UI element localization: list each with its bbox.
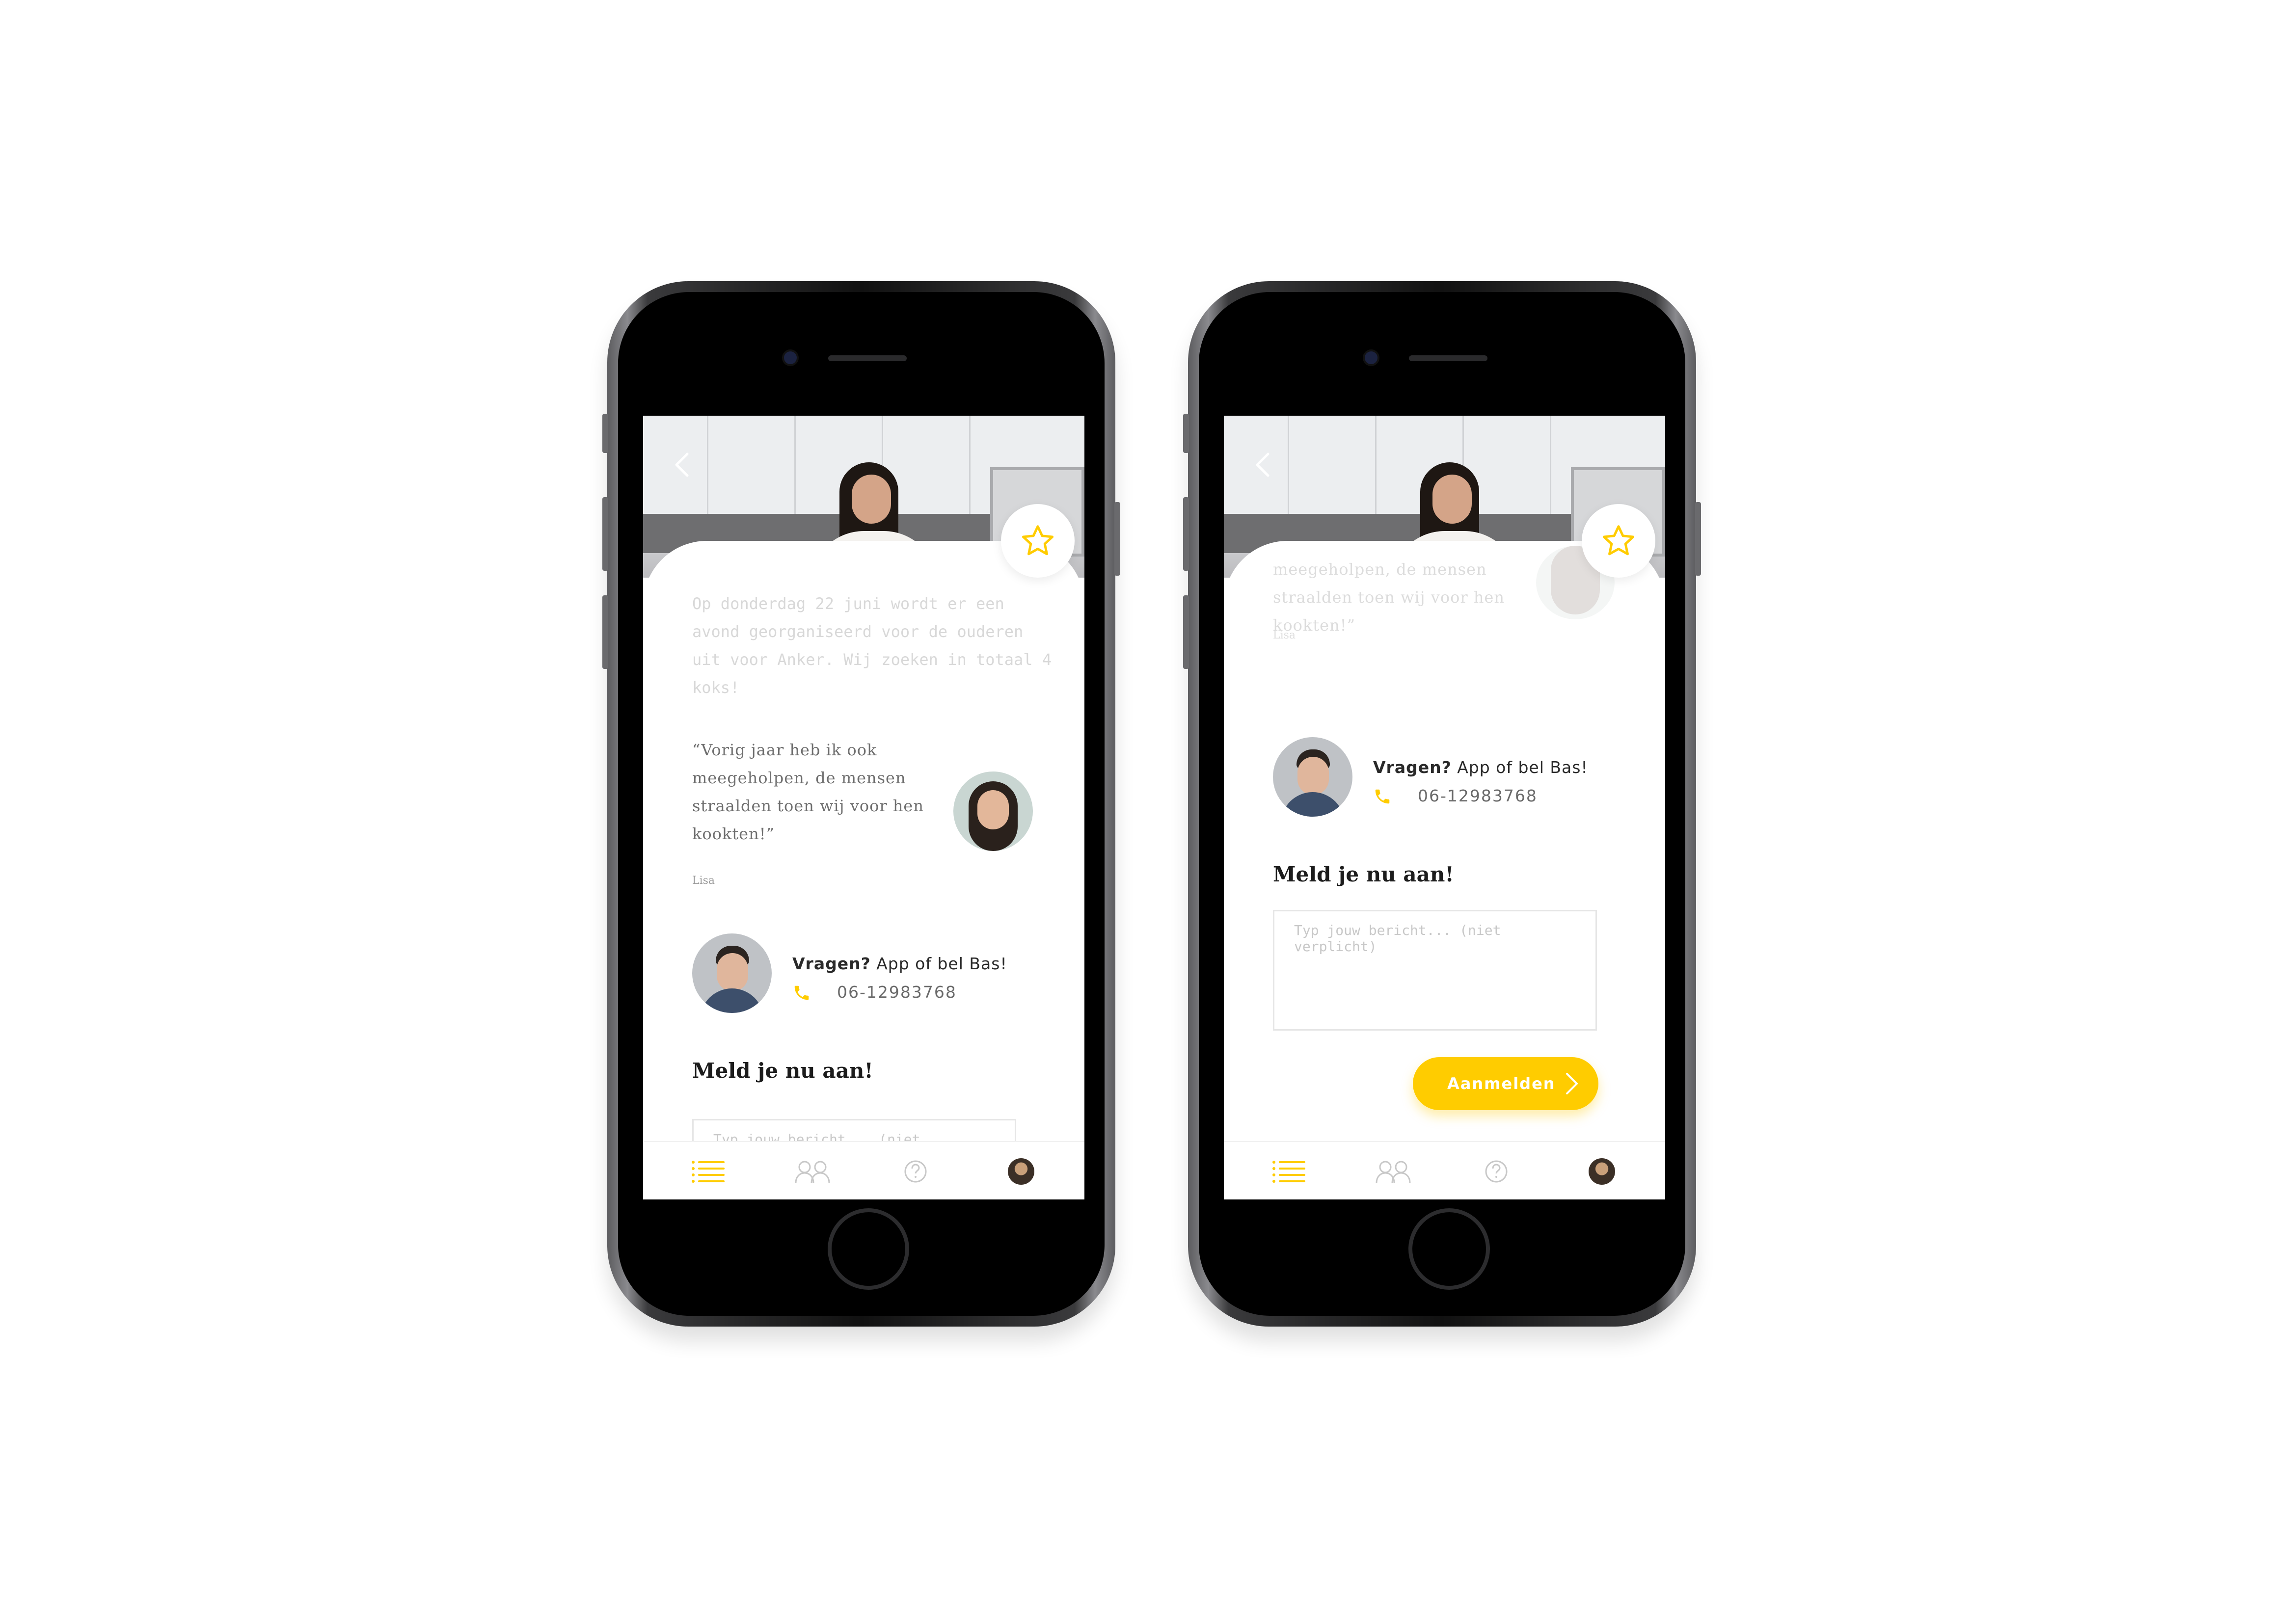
earpiece-speaker [828, 355, 907, 361]
tab-community[interactable] [790, 1157, 835, 1186]
quote-line: straalden toen wij voor hen [692, 797, 924, 815]
quote-line: meegeholpen, de mensen [692, 769, 906, 787]
intro-line: uit voor Anker. Wij zoeken in totaal 4 [692, 650, 1052, 669]
tab-activities[interactable] [1267, 1157, 1311, 1186]
quote-line: meegeholpen, de mensen [1273, 560, 1487, 579]
contact-phone-number[interactable]: 06-12983768 [1418, 786, 1538, 805]
quote-author: Lisa [692, 875, 715, 887]
front-camera [1363, 349, 1379, 366]
bottom-tab-bar [1224, 1141, 1665, 1199]
testimonial-quote-faded: meegeholpen, de mensen straalden toen wi… [1273, 556, 1505, 639]
phone-icon [1375, 789, 1390, 804]
app-screen-right: meegeholpen, de mensen straalden toen wi… [1224, 416, 1665, 1199]
list-icon [1272, 1161, 1305, 1183]
detail-card: Op donderdag 22 juni wordt er een avond … [643, 541, 1084, 1199]
quote-line: kookten!” [1273, 616, 1355, 635]
quote-author: Lisa [1273, 629, 1296, 641]
profile-avatar [1589, 1158, 1615, 1185]
quote-line: kookten!” [692, 825, 775, 843]
contact-question-rest: App of bel Bas! [1451, 758, 1588, 777]
signup-submit-button[interactable]: Aanmelden [1413, 1057, 1598, 1110]
testimonial-quote: “Vorig jaar heb ik ook meegeholpen, de m… [692, 736, 924, 848]
tab-community[interactable] [1371, 1157, 1415, 1186]
power-button [1695, 502, 1701, 576]
submit-label: Aanmelden [1447, 1074, 1556, 1093]
signup-heading: Meld je nu aan! [692, 1059, 873, 1083]
list-icon [692, 1161, 725, 1183]
tab-profile[interactable] [999, 1157, 1043, 1186]
bas-avatar [1273, 737, 1352, 817]
signup-heading: Meld je nu aan! [1273, 862, 1454, 886]
front-camera [782, 349, 799, 366]
contact-question: Vragen? App of bel Bas! [792, 954, 1007, 973]
intro-text-faded: Op donderdag 22 juni wordt er een avond … [692, 590, 1052, 702]
bottom-tab-bar [643, 1141, 1084, 1199]
contact-question: Vragen? App of bel Bas! [1373, 758, 1588, 777]
mute-switch [1183, 414, 1189, 453]
chevron-left-icon[interactable] [673, 450, 692, 479]
volume-down-button [602, 595, 608, 669]
people-icon [795, 1161, 830, 1183]
chevron-left-icon[interactable] [1253, 450, 1273, 479]
power-button [1114, 502, 1120, 576]
favorite-button[interactable] [1582, 504, 1655, 578]
lisa-avatar [953, 772, 1033, 851]
contact-question-rest: App of bel Bas! [870, 954, 1007, 973]
home-button[interactable] [1408, 1208, 1490, 1290]
mute-switch [602, 414, 608, 453]
volume-up-button [602, 497, 608, 571]
contact-phone-number[interactable]: 06-12983768 [837, 983, 957, 1002]
tab-help[interactable] [893, 1157, 938, 1186]
tab-help[interactable] [1474, 1157, 1518, 1186]
volume-down-button [1183, 595, 1189, 669]
quote-line: straalden toen wij voor hen [1273, 588, 1505, 607]
app-screen-left: Op donderdag 22 juni wordt er een avond … [643, 416, 1084, 1199]
profile-avatar [1008, 1158, 1034, 1185]
earpiece-speaker [1409, 355, 1487, 361]
message-textarea[interactable]: Typ jouw bericht... (niet verplicht) [1273, 910, 1597, 1031]
favorite-button[interactable] [1001, 504, 1075, 578]
tab-activities[interactable] [686, 1157, 730, 1186]
star-icon [1602, 525, 1635, 556]
quote-line: “Vorig jaar heb ik ook [692, 741, 877, 759]
contact-question-bold: Vragen? [1373, 758, 1452, 777]
help-icon [1485, 1160, 1508, 1183]
volume-up-button [1183, 497, 1189, 571]
help-icon [904, 1160, 927, 1183]
intro-line: koks! [692, 678, 740, 697]
intro-line: Op donderdag 22 juni wordt er een [692, 594, 1004, 613]
home-button[interactable] [828, 1208, 909, 1290]
people-icon [1376, 1161, 1411, 1183]
contact-question-bold: Vragen? [792, 954, 871, 973]
intro-line: avond georganiseerd voor de ouderen [692, 622, 1024, 641]
bas-avatar [692, 933, 772, 1013]
star-icon [1022, 525, 1054, 556]
tab-profile[interactable] [1580, 1157, 1624, 1186]
chevron-right-icon [1566, 1073, 1578, 1094]
phone-icon [794, 985, 809, 1000]
detail-card: meegeholpen, de mensen straalden toen wi… [1224, 541, 1665, 1199]
